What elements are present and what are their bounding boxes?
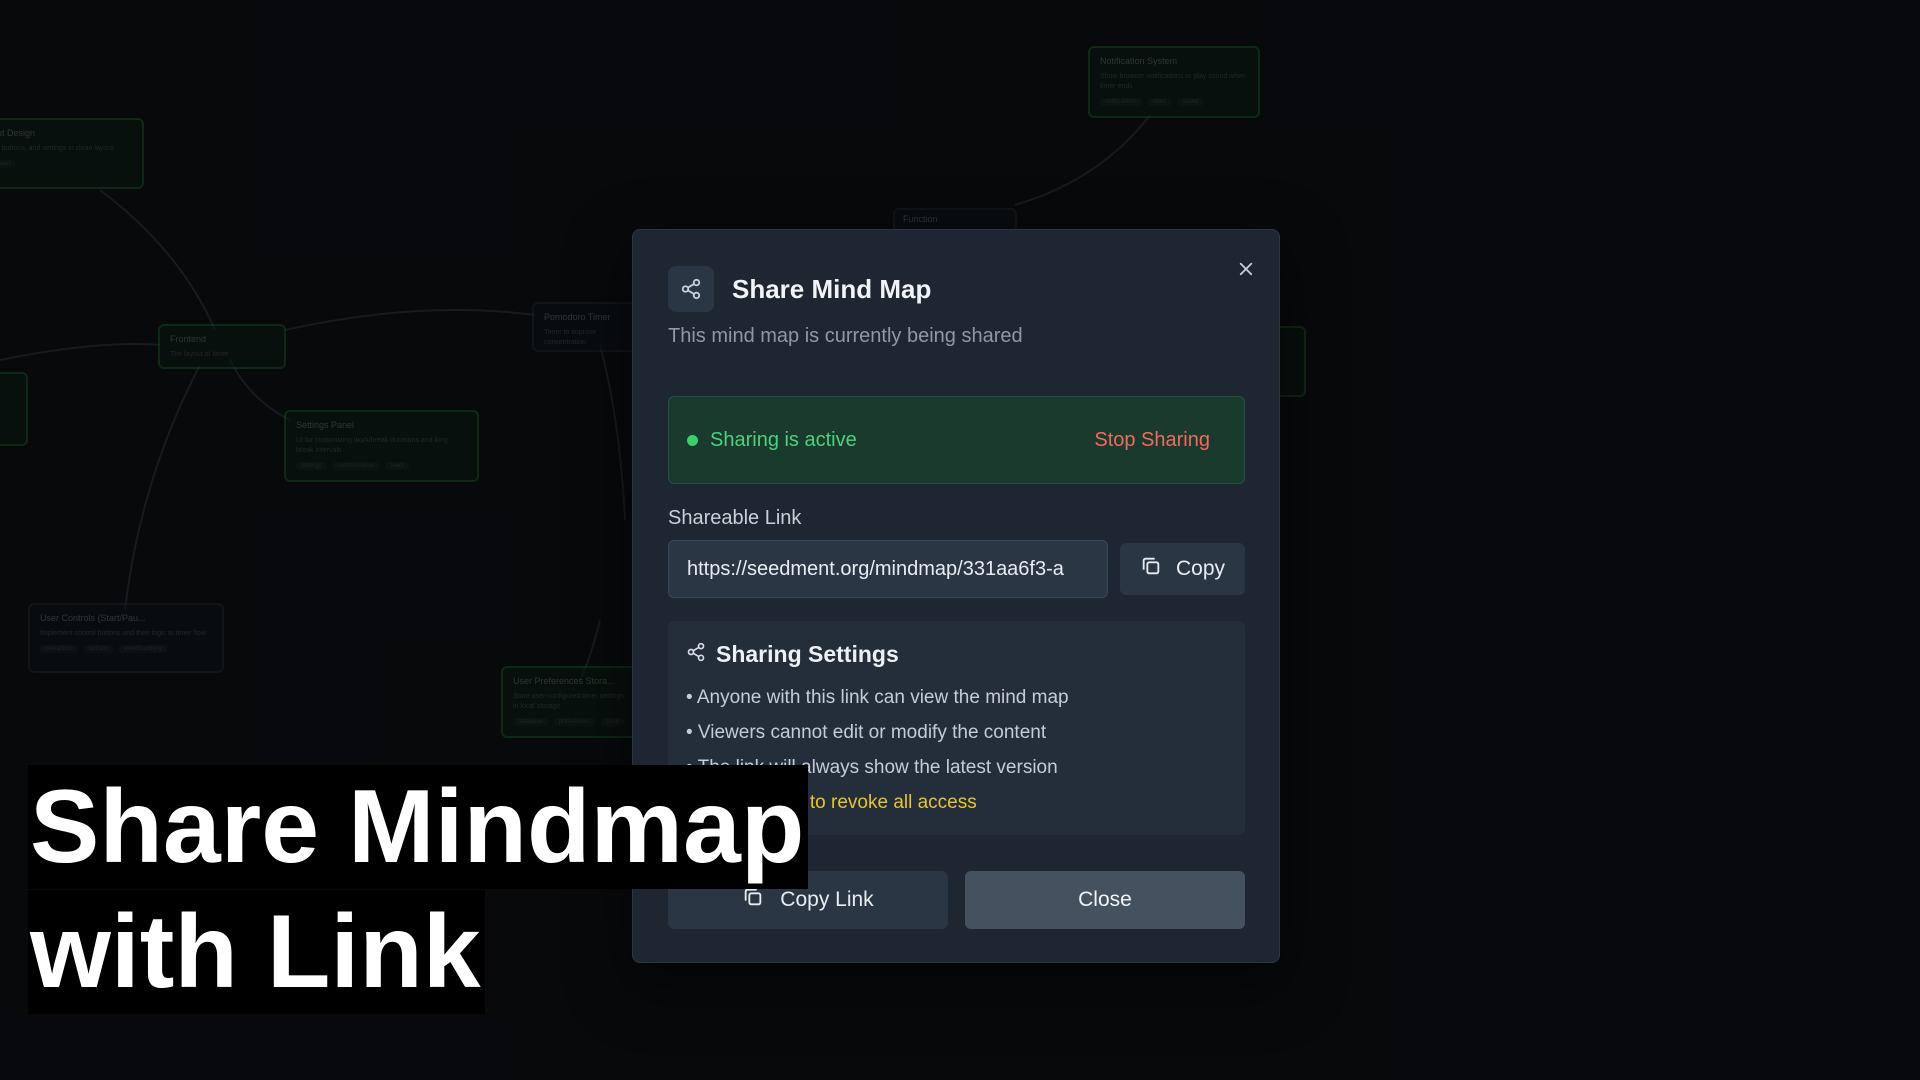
sharing-status-banner: Sharing is active Stop Sharing xyxy=(668,396,1245,484)
settings-item: • Anyone with this link can view the min… xyxy=(686,687,1069,708)
copy-icon xyxy=(1140,555,1162,583)
copy-button-label: Copy xyxy=(1175,557,1226,580)
stop-sharing-button[interactable]: Stop Sharing xyxy=(1094,429,1210,452)
dialog-title: Share Mind Map xyxy=(732,274,932,304)
copy-icon xyxy=(742,886,764,914)
copy-link-label: Copy Link xyxy=(780,888,874,911)
close-button[interactable]: Close xyxy=(965,871,1245,929)
settings-title: Sharing Settings xyxy=(716,641,899,667)
close-icon[interactable] xyxy=(1233,256,1259,282)
shareable-link-input[interactable] xyxy=(668,540,1108,598)
link-label: Shareable Link xyxy=(668,507,802,529)
caption-line-2: with Link xyxy=(28,890,485,1014)
status-text: Sharing is active xyxy=(710,429,857,451)
status-dot-icon xyxy=(687,435,698,446)
settings-item: • Viewers cannot edit or modify the cont… xyxy=(686,722,1047,743)
copy-button[interactable]: Copy xyxy=(1120,543,1245,595)
share-icon xyxy=(686,642,706,667)
share-icon xyxy=(668,266,714,312)
caption-line-1: Share Mindmap xyxy=(28,765,809,889)
dialog-subtitle: This mind map is currently being shared xyxy=(668,325,1023,347)
